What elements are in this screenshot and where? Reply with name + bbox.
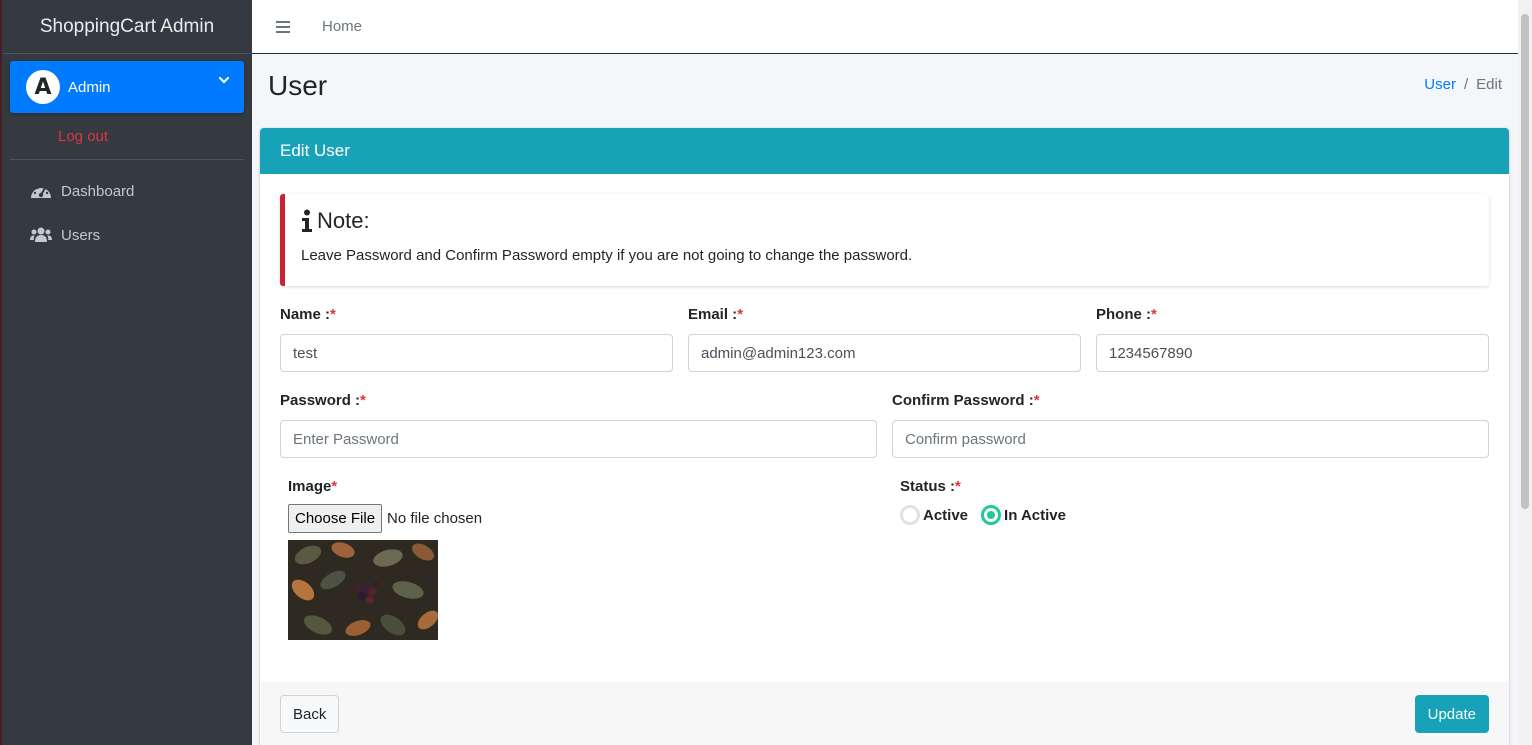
user-name: Admin (68, 78, 111, 96)
status-group: Status :* Active In Active (900, 478, 1300, 525)
top-navbar: Home (252, 0, 1518, 54)
sidebar-item-label: Dashboard (61, 182, 135, 200)
email-input[interactable] (688, 334, 1081, 372)
name-group: Name :* (280, 306, 673, 372)
page-title: User (268, 70, 328, 101)
phone-label: Phone :* (1096, 306, 1157, 323)
avatar: A (26, 70, 60, 104)
sidebar-divider (10, 159, 244, 160)
image-label: Image* (288, 478, 338, 495)
brand-title[interactable]: ShoppingCart Admin (2, 0, 252, 54)
card-footer: Back Update (260, 682, 1509, 745)
image-preview (288, 540, 438, 640)
card-title: Edit User (260, 128, 1509, 174)
user-menu-toggle[interactable]: A Admin (10, 61, 244, 113)
chevron-down-icon (218, 76, 230, 84)
file-input: Choose File No file chosen (288, 504, 688, 533)
hamburger-menu-icon[interactable] (276, 18, 290, 36)
breadcrumb-link-user[interactable]: User (1424, 76, 1456, 93)
password-label: Password :* (280, 392, 366, 409)
confirm-password-input[interactable] (892, 420, 1489, 458)
name-label: Name :* (280, 306, 336, 323)
status-active-radio[interactable] (900, 505, 920, 525)
image-group: Image* Choose File No file chosen (288, 478, 688, 640)
phone-input[interactable] (1096, 334, 1489, 372)
nav-home-link[interactable]: Home (322, 18, 362, 35)
password-group: Password :* (280, 392, 877, 458)
email-label: Email :* (688, 306, 744, 323)
breadcrumb-separator: / (1463, 76, 1469, 93)
file-status-text: No file chosen (387, 510, 483, 527)
breadcrumb-current: Edit (1476, 76, 1502, 93)
breadcrumb: User / Edit (1424, 76, 1502, 93)
status-inactive-label[interactable]: In Active (1004, 507, 1066, 524)
avatar-initial: A (34, 74, 52, 100)
edit-user-card: Edit User Note: Leave Password and Confi… (260, 128, 1509, 745)
note-text: Leave Password and Confirm Password empt… (301, 247, 913, 264)
sidebar-item-users[interactable]: Users (2, 213, 252, 257)
users-icon (30, 227, 52, 242)
confirm-password-label: Confirm Password :* (892, 392, 1040, 409)
logout-link[interactable]: Log out (2, 113, 252, 159)
status-radio-group: Active In Active (900, 505, 1300, 525)
tachometer-icon (31, 184, 51, 198)
confirm-password-group: Confirm Password :* (892, 392, 1489, 458)
email-group: Email :* (688, 306, 1081, 372)
scrollbar[interactable] (1518, 0, 1532, 745)
sidebar: ShoppingCart Admin A Admin Log out Dashb… (0, 0, 252, 745)
info-icon (302, 209, 312, 232)
note-heading: Note: (301, 208, 1473, 234)
sidebar-item-label: Users (61, 226, 101, 244)
status-inactive-radio[interactable] (981, 505, 1002, 525)
scrollbar-thumb[interactable] (1521, 14, 1529, 509)
choose-file-button[interactable]: Choose File (288, 504, 383, 533)
note-title: Note: (317, 208, 370, 233)
status-label: Status :* (900, 478, 961, 495)
sidebar-item-dashboard[interactable]: Dashboard (2, 169, 252, 213)
phone-group: Phone :* (1096, 306, 1489, 372)
status-active-label[interactable]: Active (923, 507, 968, 524)
update-button[interactable]: Update (1414, 695, 1489, 733)
name-input[interactable] (280, 334, 673, 372)
back-button[interactable]: Back (280, 695, 340, 733)
password-input[interactable] (280, 420, 877, 458)
note-callout: Note: Leave Password and Confirm Passwor… (280, 194, 1489, 286)
